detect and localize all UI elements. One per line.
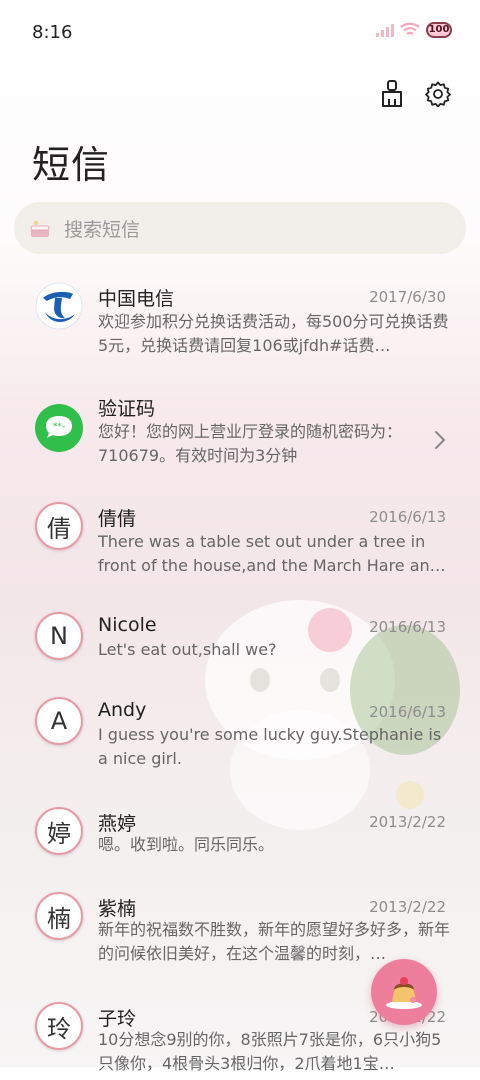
message-date: 2013/2/22 xyxy=(369,898,446,916)
svg-text:**-: **- xyxy=(53,422,65,432)
message-preview: 欢迎参加积分兑换话费活动，每500分可兑换话费5元，兑换话费请回复106或jfd… xyxy=(98,312,449,355)
chevron-right-icon xyxy=(435,431,445,449)
message-date: 2016/6/13 xyxy=(369,618,446,636)
pudding-icon xyxy=(386,977,422,1009)
settings-button[interactable] xyxy=(422,78,454,110)
cake-icon xyxy=(30,219,50,237)
list-item[interactable]: **- 验证码 您好！您的网上营业厅登录的随机密码为：710679。有效时间为3… xyxy=(0,380,480,490)
clean-button[interactable] xyxy=(376,78,408,110)
avatar: N xyxy=(35,612,83,660)
avatar: A xyxy=(35,697,83,745)
message-preview: 嗯。收到啦。同乐同乐。 xyxy=(98,835,275,854)
avatar: 玲 xyxy=(35,1002,83,1050)
sender-name: 紫楠 xyxy=(98,898,137,920)
gear-icon xyxy=(425,81,451,107)
list-item[interactable]: 倩 倩倩 2016/6/13 There was a table set out… xyxy=(0,490,480,600)
list-item[interactable]: N Nicole 2016/6/13 Let's eat out,shall w… xyxy=(0,600,480,685)
sender-name: 验证码 xyxy=(98,398,156,420)
signal-icon xyxy=(376,23,394,37)
sender-name: 倩倩 xyxy=(98,508,137,530)
list-item[interactable]: A Andy 2016/6/13 I guess you're some luc… xyxy=(0,685,480,795)
message-preview: Let's eat out,shall we? xyxy=(98,640,277,659)
message-bubble-icon: **- xyxy=(35,404,83,452)
message-date: 2017/6/30 xyxy=(369,288,446,306)
status-time: 8:16 xyxy=(32,22,73,43)
status-icons: 100 xyxy=(376,22,452,38)
battery-icon: 100 xyxy=(426,22,452,38)
message-preview: 您好！您的网上营业厅登录的随机密码为：710679。有效时间为3分钟 xyxy=(98,422,403,465)
list-item[interactable]: 婷 燕婷 2013/2/22 嗯。收到啦。同乐同乐。 xyxy=(0,795,480,880)
avatar: 楠 xyxy=(35,892,83,940)
search-bar[interactable]: 搜索短信 xyxy=(14,202,466,254)
message-preview: 10分想念9别的你，8张照片7张是你，6只小狗5只像你，4根骨头3根归你，2爪着… xyxy=(98,1030,442,1073)
page-title: 短信 xyxy=(32,143,111,187)
message-preview: There was a table set out under a tree i… xyxy=(98,532,446,575)
avatar xyxy=(35,282,83,330)
sender-name: 燕婷 xyxy=(98,813,137,835)
search-input[interactable]: 搜索短信 xyxy=(64,215,140,242)
china-telecom-logo-icon xyxy=(35,282,83,330)
sender-name: 中国电信 xyxy=(98,288,175,310)
message-date: 2016/6/13 xyxy=(369,703,446,721)
list-item[interactable]: 中国电信 2017/6/30 欢迎参加积分兑换话费活动，每500分可兑换话费5元… xyxy=(0,270,480,380)
avatar: 婷 xyxy=(35,807,83,855)
wifi-icon xyxy=(400,22,420,35)
message-date: 2016/6/13 xyxy=(369,508,446,526)
sender-name: Andy xyxy=(98,699,147,721)
sender-name: Nicole xyxy=(98,614,157,636)
sender-name: 子玲 xyxy=(98,1008,137,1030)
avatar: **- xyxy=(35,404,83,452)
broom-icon xyxy=(382,80,402,107)
status-bar: 8:16 100 xyxy=(0,0,480,66)
new-message-button[interactable] xyxy=(371,959,437,1025)
toolbar xyxy=(376,78,454,110)
avatar: 倩 xyxy=(35,502,83,550)
message-date: 2013/2/22 xyxy=(369,813,446,831)
message-preview: I guess you're some lucky guy.Stephanie … xyxy=(98,725,442,768)
